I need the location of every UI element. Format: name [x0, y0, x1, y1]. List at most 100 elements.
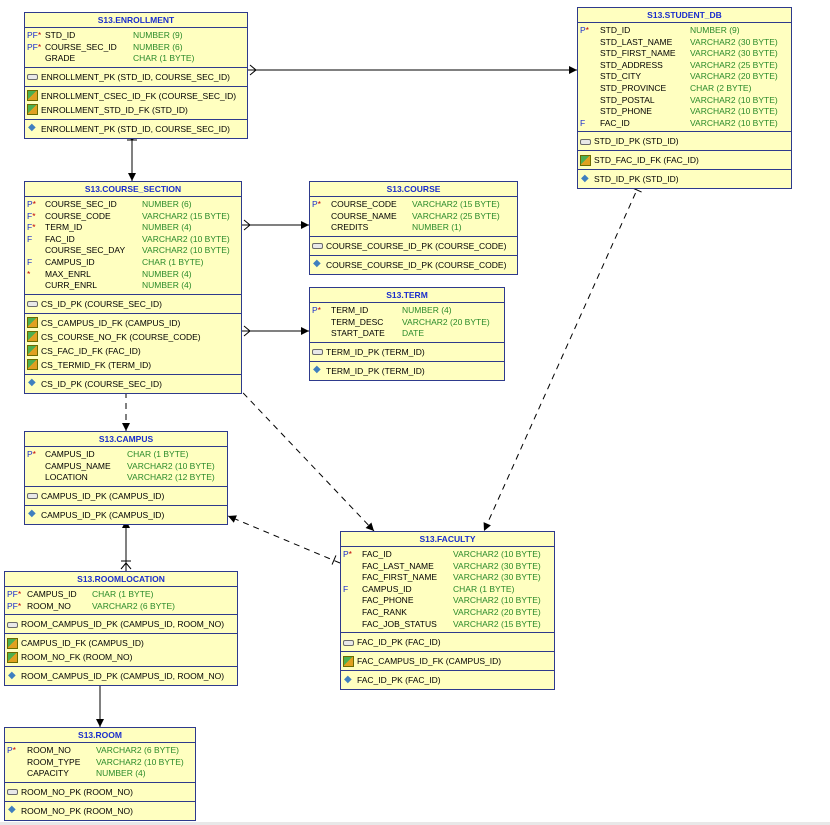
index-row[interactable]: COURSE_COURSE_ID_PK (COURSE_CODE) [310, 257, 517, 272]
foreign-key-row[interactable]: CS_FAC_ID_FK (FAC_ID) [25, 344, 241, 358]
column-row[interactable]: F CAMPUS_ID CHAR (1 BYTE) [341, 584, 554, 596]
foreign-key-row[interactable]: CS_CAMPUS_ID_FK (CAMPUS_ID) [25, 316, 241, 330]
primary-key-row[interactable]: CS_ID_PK (COURSE_SEC_ID) [25, 297, 241, 311]
column-row[interactable]: PF* STD_ID NUMBER (9) [25, 30, 247, 42]
foreign-key-row[interactable]: CS_TERMID_FK (TERM_ID) [25, 358, 241, 372]
column-row[interactable]: * MAX_ENRL NUMBER (4) [25, 269, 241, 281]
column-name: MAX_ENRL [45, 268, 91, 279]
index-row[interactable]: ROOM_NO_PK (ROOM_NO) [5, 803, 195, 818]
primary-key-row[interactable]: ROOM_CAMPUS_ID_PK (CAMPUS_ID, ROOM_NO) [5, 617, 237, 631]
foreign-key-row[interactable]: ENROLLMENT_STD_ID_FK (STD_ID) [25, 103, 247, 117]
column-row[interactable]: STD_PHONE VARCHAR2 (10 BYTE) [578, 106, 791, 118]
primary-key-row[interactable]: CAMPUS_ID_PK (CAMPUS_ID) [25, 489, 227, 503]
primary-key-row[interactable]: ROOM_NO_PK (ROOM_NO) [5, 785, 195, 799]
primary-key-row[interactable]: FAC_ID_PK (FAC_ID) [341, 635, 554, 649]
column-row[interactable]: COURSE_NAME VARCHAR2 (25 BYTE) [310, 211, 517, 223]
primary-key-row[interactable]: COURSE_COURSE_ID_PK (COURSE_CODE) [310, 239, 517, 253]
column-row[interactable]: LOCATION VARCHAR2 (12 BYTE) [25, 472, 227, 484]
column-row[interactable]: STD_CITY VARCHAR2 (20 BYTE) [578, 71, 791, 83]
column-type: VARCHAR2 (25 BYTE) [690, 59, 778, 70]
index-row[interactable]: CS_ID_PK (COURSE_SEC_ID) [25, 376, 241, 391]
entity-title: S13.COURSE [310, 182, 517, 197]
entity-student[interactable]: S13.STUDENT_DB P* STD_ID NUMBER (9) STD_LAST… [577, 7, 792, 190]
key-label: STD_FAC_ID_FK (FAC_ID) [594, 155, 699, 166]
column-row[interactable]: P* STD_ID NUMBER (9) [578, 25, 791, 37]
index-row[interactable]: TERM_ID_PK (TERM_ID) [310, 363, 504, 378]
column-row[interactable]: FAC_RANK VARCHAR2 (20 BYTE) [341, 607, 554, 619]
index-row[interactable]: ENROLLMENT_PK (STD_ID, COURSE_SEC_ID) [25, 121, 247, 136]
primary-key-row[interactable]: ENROLLMENT_PK (STD_ID, COURSE_SEC_ID) [25, 70, 247, 84]
entity-course[interactable]: S13.COURSE P* COURSE_CODE VARCHAR2 (15 BYTE… [309, 181, 518, 275]
index-icon [312, 363, 323, 377]
entity-room[interactable]: S13.ROOM P* ROOM_NO VARCHAR2 (6 BYTE) ROOM_T… [4, 727, 196, 821]
column-type: VARCHAR2 (6 BYTE) [96, 745, 179, 755]
column-row[interactable]: STD_FIRST_NAME VARCHAR2 (30 BYTE) [578, 48, 791, 60]
column-name: STD_FIRST_NAME [600, 48, 676, 59]
primary-key-row[interactable]: TERM_ID_PK (TERM_ID) [310, 345, 504, 359]
column-row[interactable]: FAC_PHONE VARCHAR2 (10 BYTE) [341, 595, 554, 607]
index-row[interactable]: FAC_ID_PK (FAC_ID) [341, 673, 554, 687]
column-row[interactable]: F FAC_ID VARCHAR2 (10 BYTE) [25, 234, 241, 246]
foreign-key-row[interactable]: STD_FAC_ID_FK (FAC_ID) [578, 153, 791, 167]
key-label: ROOM_NO_FK (ROOM_NO) [21, 652, 133, 663]
column-row[interactable]: FAC_FIRST_NAME VARCHAR2 (30 BYTE) [341, 572, 554, 584]
column-name: STD_PROVINCE [600, 82, 667, 93]
column-row[interactable]: PF* ROOM_NO VARCHAR2 (6 BYTE) [5, 601, 237, 613]
entity-faculty[interactable]: S13.FACULTY P* FAC_ID VARCHAR2 (10 BYTE) FAC… [340, 531, 555, 691]
foreign-key-row[interactable]: ROOM_NO_FK (ROOM_NO) [5, 650, 237, 664]
column-row[interactable]: P* ROOM_NO VARCHAR2 (6 BYTE) [5, 745, 195, 757]
entity-term[interactable]: S13.TERM P* TERM_ID NUMBER (4) TERM_DESC VARC… [309, 287, 505, 381]
column-row[interactable]: COURSE_SEC_DAY VARCHAR2 (10 BYTE) [25, 245, 241, 257]
column-row[interactable]: FAC_JOB_STATUS VARCHAR2 (15 BYTE) [341, 619, 554, 631]
column-row[interactable]: STD_ADDRESS VARCHAR2 (25 BYTE) [578, 60, 791, 72]
column-type: NUMBER (1) [412, 222, 462, 233]
entity-roomlocation[interactable]: S13.ROOMLOCATION PF* CAMPUS_ID CHAR (1 BYTE… [4, 571, 238, 687]
index-row[interactable]: CAMPUS_ID_PK (CAMPUS_ID) [25, 507, 227, 522]
column-row[interactable]: GRADE CHAR (1 BYTE) [25, 53, 247, 65]
column-row[interactable]: STD_POSTAL VARCHAR2 (10 BYTE) [578, 95, 791, 107]
column-row[interactable]: P* TERM_ID NUMBER (4) [310, 305, 504, 317]
key-label: FAC_CAMPUS_ID_FK (CAMPUS_ID) [357, 656, 502, 667]
column-row[interactable]: CAPACITY NUMBER (4) [5, 768, 195, 780]
column-row[interactable]: F FAC_ID VARCHAR2 (10 BYTE) [578, 118, 791, 130]
entity-campus[interactable]: S13.CAMPUS P* CAMPUS_ID CHAR (1 BYTE) CAMPUS… [24, 431, 228, 525]
column-row[interactable]: STD_LAST_NAME VARCHAR2 (30 BYTE) [578, 37, 791, 49]
column-row[interactable]: P* FAC_ID VARCHAR2 (10 BYTE) [341, 549, 554, 561]
foreign-key-row[interactable]: FAC_CAMPUS_ID_FK (CAMPUS_ID) [341, 654, 554, 668]
column-key-flag: PF* [7, 589, 21, 601]
column-row[interactable]: START_DATE DATE [310, 328, 504, 340]
columns-section: PF* CAMPUS_ID CHAR (1 BYTE) PF* ROOM_NO VARCH… [5, 587, 237, 616]
foreign-key-row[interactable]: ENROLLMENT_CSEC_ID_FK (COURSE_SEC_ID) [25, 89, 247, 103]
column-row[interactable]: P* CAMPUS_ID CHAR (1 BYTE) [25, 449, 227, 461]
column-name: CAMPUS_ID [45, 449, 95, 459]
column-row[interactable]: F* TERM_ID NUMBER (4) [25, 222, 241, 234]
index-icon [343, 673, 354, 687]
index-row[interactable]: STD_ID_PK (STD_ID) [578, 172, 791, 186]
column-name: COURSE_CODE [331, 199, 397, 209]
column-row[interactable]: FAC_LAST_NAME VARCHAR2 (30 BYTE) [341, 561, 554, 573]
foreign-key-row[interactable]: CS_COURSE_NO_FK (COURSE_CODE) [25, 330, 241, 344]
key-label: TERM_ID_PK (TERM_ID) [326, 365, 425, 376]
foreign-key-icon [580, 154, 591, 166]
column-row[interactable]: P* COURSE_SEC_ID NUMBER (6) [25, 199, 241, 211]
column-row[interactable]: PF* COURSE_SEC_ID NUMBER (6) [25, 42, 247, 54]
entity-course-section[interactable]: S13.COURSE_SECTION P* COURSE_SEC_ID NUMBER … [24, 181, 242, 394]
column-name: FAC_ID [600, 117, 630, 128]
column-row[interactable]: TERM_DESC VARCHAR2 (20 BYTE) [310, 317, 504, 329]
index-row[interactable]: ROOM_CAMPUS_ID_PK (CAMPUS_ID, ROOM_NO) [5, 669, 237, 683]
primary-key-section: STD_ID_PK (STD_ID) [578, 132, 791, 152]
primary-key-row[interactable]: STD_ID_PK (STD_ID) [578, 134, 791, 148]
column-row[interactable]: CURR_ENRL NUMBER (4) [25, 280, 241, 292]
column-row[interactable]: CAMPUS_NAME VARCHAR2 (10 BYTE) [25, 461, 227, 473]
foreign-key-row[interactable]: CAMPUS_ID_FK (CAMPUS_ID) [5, 636, 237, 650]
column-row[interactable]: F CAMPUS_ID CHAR (1 BYTE) [25, 257, 241, 269]
column-row[interactable]: P* COURSE_CODE VARCHAR2 (15 BYTE) [310, 199, 517, 211]
column-row[interactable]: STD_PROVINCE CHAR (2 BYTE) [578, 83, 791, 95]
primary-key-icon [27, 72, 38, 81]
column-key-flag: PF* [27, 30, 41, 42]
column-row[interactable]: F* COURSE_CODE VARCHAR2 (15 BYTE) [25, 211, 241, 223]
entity-enrollment[interactable]: S13.ENROLLMENT PF* STD_ID NUMBER (9) PF* COUR… [24, 12, 248, 139]
column-row[interactable]: CREDITS NUMBER (1) [310, 222, 517, 234]
column-row[interactable]: PF* CAMPUS_ID CHAR (1 BYTE) [5, 589, 237, 601]
column-row[interactable]: ROOM_TYPE VARCHAR2 (10 BYTE) [5, 757, 195, 769]
